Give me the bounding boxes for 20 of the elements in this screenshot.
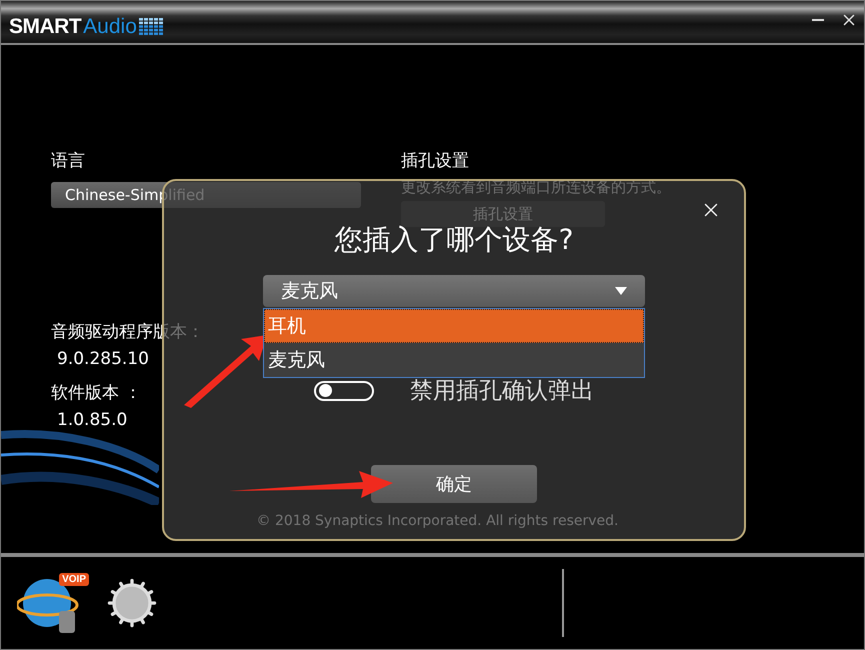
copyright-text: © 2018 Synaptics Incorporated. All rights reserved. [256, 513, 618, 529]
dropdown-option[interactable]: 耳机 [264, 309, 644, 343]
language-label: 语言 [51, 150, 85, 172]
device-dropdown[interactable]: 麦克风 [263, 275, 645, 307]
software-version-value: 1.0.85.0 [57, 410, 128, 430]
equalizer-bars-icon [138, 18, 163, 36]
dropdown-option[interactable]: 麦克风 [264, 343, 644, 377]
software-version-label: 软件版本 ： [51, 382, 142, 404]
jack-settings-label: 插孔设置 [401, 150, 469, 172]
toggle-switch[interactable] [314, 380, 374, 400]
toggle-label: 禁用插孔确认弹出 [410, 377, 594, 406]
logo-product: Audio [83, 15, 137, 39]
voip-badge: VOIP [59, 573, 89, 586]
minimize-icon [812, 19, 824, 21]
caret-icon [615, 287, 627, 295]
logo-brand: SMART [9, 15, 82, 39]
settings-icon[interactable] [105, 576, 159, 630]
dialog-title: 您插入了哪个设备? [334, 222, 574, 258]
driver-version-value: 9.0.285.10 [57, 349, 149, 369]
ok-button[interactable]: 确定 [371, 465, 537, 503]
